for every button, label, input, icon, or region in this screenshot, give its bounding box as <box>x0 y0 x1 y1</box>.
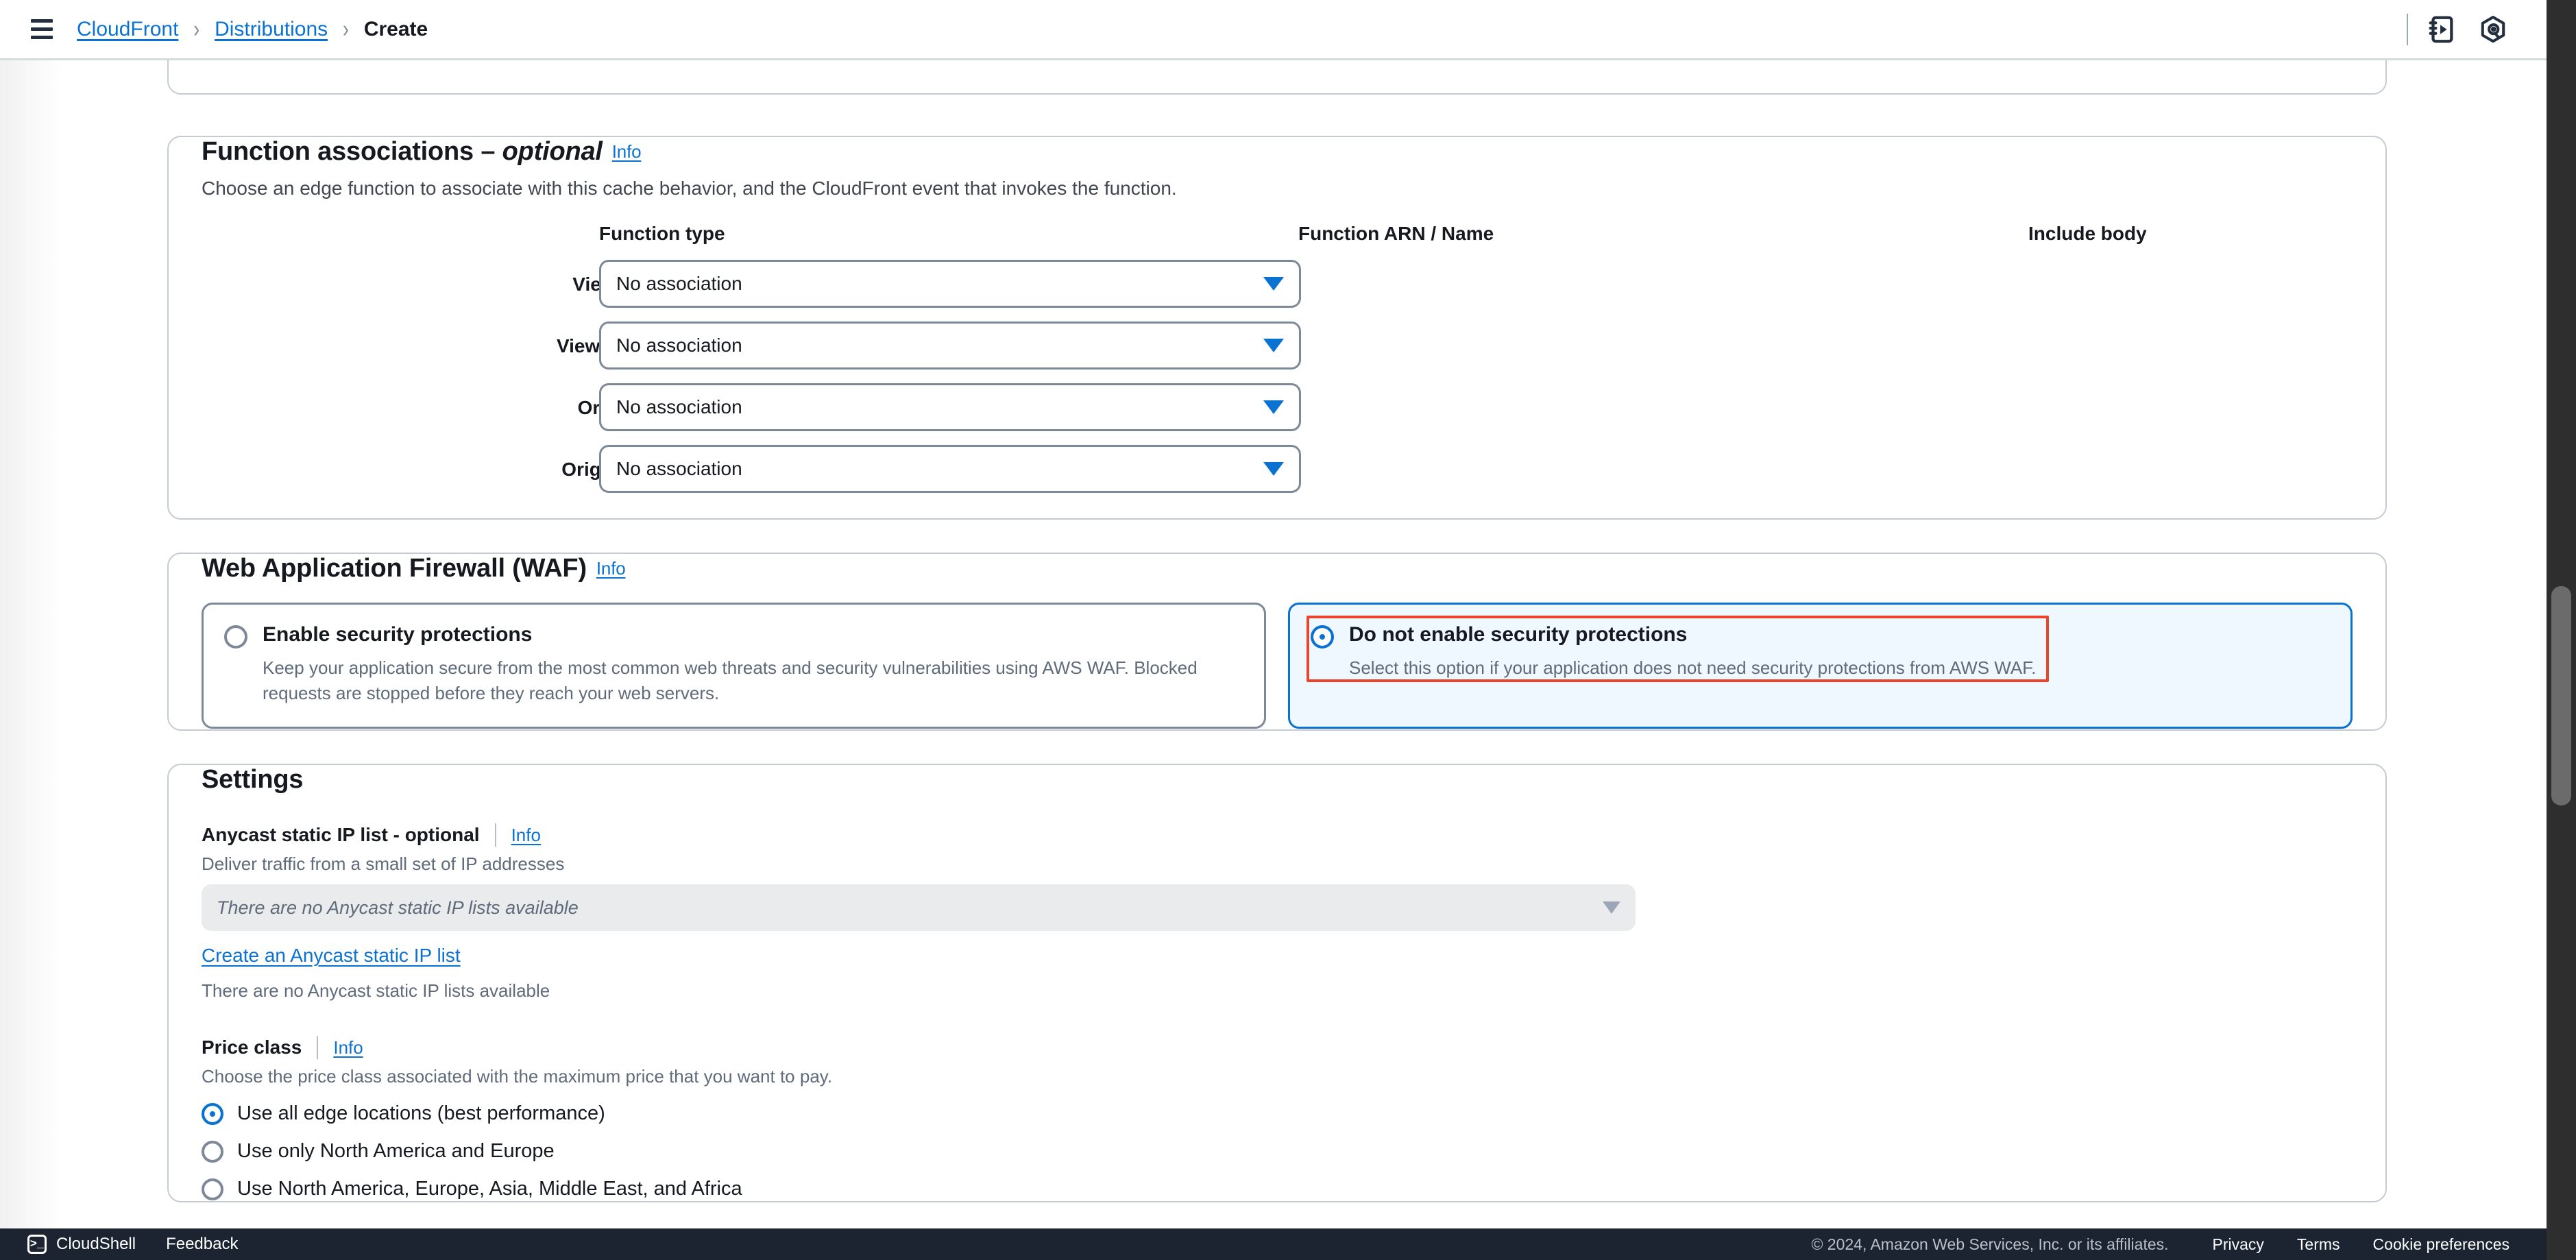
function-association-row-origin-request: Origin request No association <box>202 383 2353 441</box>
footer-left-actions: >_ CloudShell Feedback <box>0 1228 256 1260</box>
cloudshell-label: CloudShell <box>56 1235 136 1253</box>
create-anycast-static-ip-list-link[interactable]: Create an Anycast static IP list <box>202 945 461 967</box>
settings-title: Settings <box>202 765 304 794</box>
waf-option-group: Enable security protections Keep your ap… <box>202 603 2353 729</box>
info-link[interactable]: Info <box>333 1037 363 1058</box>
previous-section-card-partial <box>167 60 2387 95</box>
chevron-down-icon <box>1263 277 1284 291</box>
column-header-function-arn: Function ARN / Name <box>1298 223 1494 244</box>
select-value: No association <box>616 273 742 294</box>
chevron-down-icon <box>1603 901 1620 914</box>
waf-option-description: Keep your application secure from the mo… <box>263 657 1198 703</box>
function-associations-title: Function associations – optional Info <box>202 137 2353 167</box>
price-class-label: Price class <box>202 1037 302 1058</box>
breadcrumb-item-distributions[interactable]: Distributions <box>215 18 328 41</box>
column-header-function-type: Function type <box>599 223 725 244</box>
select-value: No association <box>616 335 742 356</box>
column-header-include-body: Include body <box>2028 223 2147 244</box>
price-class-option-north-america-europe[interactable]: Use only North America and Europe <box>202 1140 2353 1163</box>
breadcrumb-item-create: Create <box>363 17 428 40</box>
price-class-option-all-edge-locations[interactable]: Use all edge locations (best performance… <box>202 1102 2353 1125</box>
radio-do-not-enable-security-protections[interactable] <box>1311 625 1334 649</box>
footer-right-links: © 2024, Amazon Web Services, Inc. or its… <box>1811 1235 2547 1254</box>
radio-north-america-europe[interactable] <box>202 1140 223 1163</box>
select-anycast-static-ip-list: There are no Anycast static IP lists ava… <box>202 884 1636 931</box>
footer-bar: >_ CloudShell Feedback © 2024, Amazon We… <box>0 1228 2547 1260</box>
feedback-label: Feedback <box>166 1235 239 1253</box>
radio-north-america-europe-asia-middle-east-africa[interactable] <box>202 1178 223 1200</box>
breadcrumb-item-cloudfront[interactable]: CloudFront <box>77 18 178 41</box>
radio-all-edge-locations[interactable] <box>202 1102 223 1125</box>
privacy-link[interactable]: Privacy <box>2196 1235 2281 1254</box>
label-divider <box>317 1036 319 1059</box>
aws-console-page: CloudFront › Distributions › Create Func… <box>0 0 2576 1260</box>
chevron-down-icon <box>1263 462 1284 476</box>
price-class-option-label: Use North America, Europe, Asia, Middle … <box>237 1178 742 1200</box>
waf-option-description: Select this option if your application d… <box>1349 657 2037 678</box>
function-associations-card: Function associations – optional Info Cho… <box>167 136 2387 520</box>
waf-option-title: Enable security protections <box>263 623 533 646</box>
function-associations-column-headers: Function type Function ARN / Name Includ… <box>202 223 2353 256</box>
page-content: Function associations – optional Info Cho… <box>0 60 2547 1228</box>
select-value: No association <box>616 458 742 479</box>
function-association-row-origin-response: Origin response No association <box>202 445 2353 502</box>
section-title-text: Web Application Firewall (WAF) <box>202 554 587 583</box>
cloudshell-button[interactable]: >_ CloudShell <box>15 1228 148 1260</box>
waf-option-title: Do not enable security protections <box>1349 623 1688 646</box>
select-value: No association <box>616 396 742 417</box>
function-association-row-viewer-response: Viewer response No association <box>202 322 2353 379</box>
breadcrumb-separator-icon: › <box>193 14 200 43</box>
function-associations-description: Choose an edge function to associate wit… <box>202 178 1177 199</box>
chevron-down-icon <box>1263 339 1284 352</box>
select-value: There are no Anycast static IP lists ava… <box>217 897 579 918</box>
function-association-row-viewer-request: Viewer request No association <box>202 260 2353 317</box>
waf-title: Web Application Firewall (WAF) Info <box>202 554 2353 583</box>
section-title-optional: optional <box>502 137 603 166</box>
hamburger-menu-icon[interactable] <box>26 14 58 45</box>
waf-option-do-not-enable-security-protections[interactable]: Do not enable security protections Selec… <box>1288 603 2353 729</box>
select-origin-request-function[interactable]: No association <box>599 383 1301 431</box>
select-viewer-response-function[interactable]: No association <box>599 322 1301 369</box>
cookie-preferences-link[interactable]: Cookie preferences <box>2357 1235 2526 1254</box>
label-divider <box>494 823 496 847</box>
settings-card: Settings Anycast static IP list - option… <box>167 764 2387 1202</box>
price-class-option-label: Use all edge locations (best performance… <box>237 1102 605 1124</box>
info-link[interactable]: Info <box>612 141 642 162</box>
anycast-empty-note: There are no Anycast static IP lists ava… <box>202 980 550 1001</box>
copyright-text: © 2024, Amazon Web Services, Inc. or its… <box>1811 1235 2169 1253</box>
price-class-option-north-america-europe-asia-middle-east-africa[interactable]: Use North America, Europe, Asia, Middle … <box>202 1178 2353 1200</box>
info-link[interactable]: Info <box>511 825 541 846</box>
radio-enable-security-protections[interactable] <box>224 625 247 649</box>
anycast-static-ip-list-label: Anycast static IP list - optional <box>202 824 480 845</box>
price-class-hint: Choose the price class associated with t… <box>202 1066 833 1087</box>
scrollbar-thumb[interactable] <box>2551 586 2571 805</box>
waf-option-enable-security-protections[interactable]: Enable security protections Keep your ap… <box>202 603 1266 729</box>
top-navigation-bar: CloudFront › Distributions › Create <box>0 0 2547 60</box>
price-class-label-row: Price class Info <box>202 1036 2353 1059</box>
breadcrumb: CloudFront › Distributions › Create <box>77 14 428 43</box>
amazon-q-icon[interactable] <box>2467 3 2519 56</box>
toolbar-divider <box>2407 13 2408 45</box>
info-link[interactable]: Info <box>596 558 626 579</box>
page-scrollbar[interactable] <box>2547 0 2576 1260</box>
section-title-text: Function associations – <box>202 137 502 166</box>
anycast-static-ip-list-label-row: Anycast static IP list - optional Info <box>202 823 2353 847</box>
web-application-firewall-card: Web Application Firewall (WAF) Info Enabl… <box>167 553 2387 731</box>
chevron-down-icon <box>1263 400 1284 414</box>
breadcrumb-separator-icon: › <box>343 14 349 43</box>
terms-link[interactable]: Terms <box>2281 1235 2357 1254</box>
feedback-button[interactable]: Feedback <box>148 1228 256 1260</box>
tutorials-icon[interactable] <box>2415 3 2467 56</box>
nav-panel-shadow <box>0 60 62 1228</box>
top-navigation-actions <box>2407 0 2547 58</box>
select-origin-response-function[interactable]: No association <box>599 445 1301 493</box>
cloudshell-icon: >_ <box>27 1235 47 1254</box>
anycast-static-ip-list-hint: Deliver traffic from a small set of IP a… <box>202 853 565 874</box>
select-viewer-request-function[interactable]: No association <box>599 260 1301 308</box>
price-class-option-label: Use only North America and Europe <box>237 1140 555 1162</box>
